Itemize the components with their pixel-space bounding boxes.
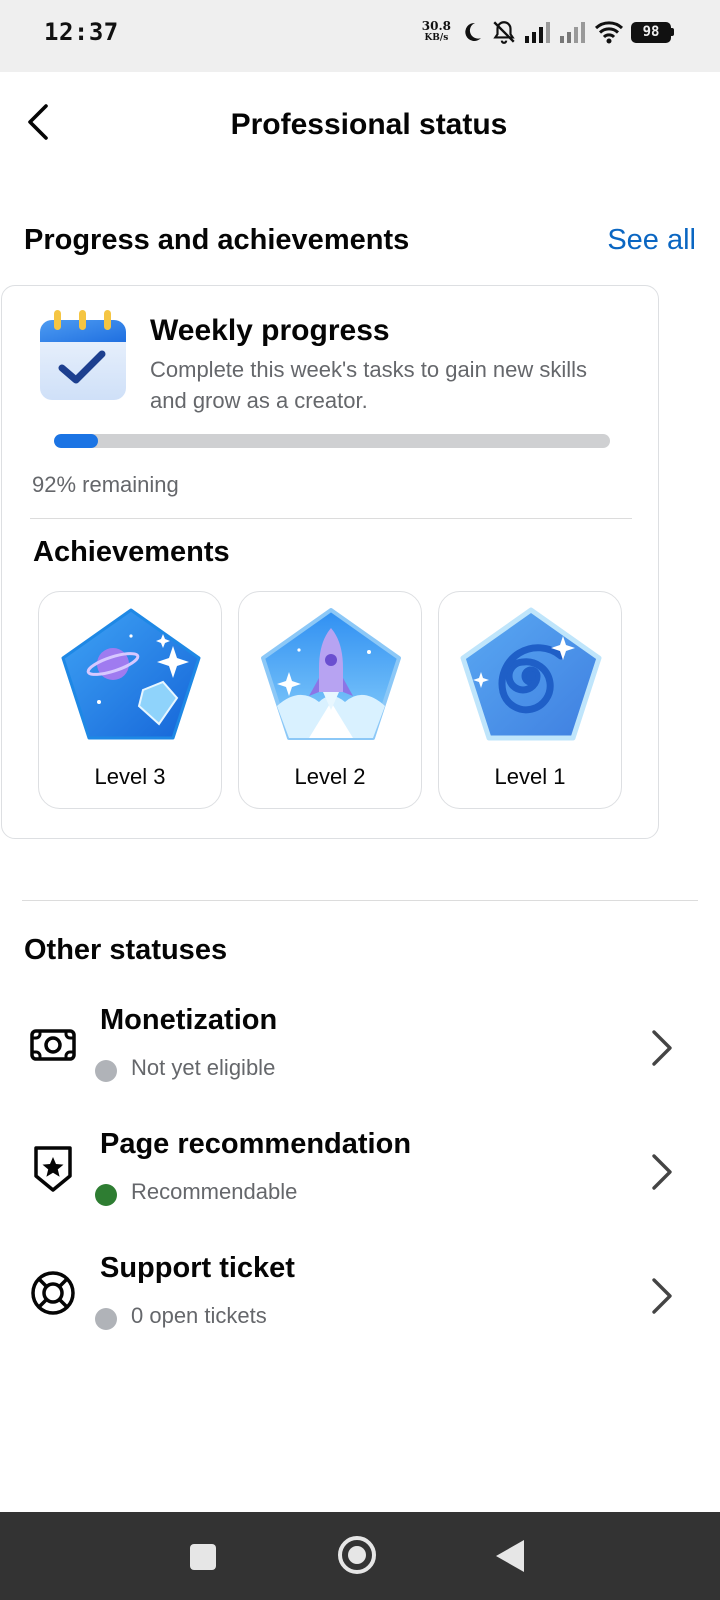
status-row-page-recommendation[interactable]: Page recommendation Recommendable [0, 1122, 720, 1232]
recents-button[interactable] [190, 1544, 216, 1570]
shield-star-icon [28, 1144, 78, 1194]
header: Professional status [0, 72, 720, 182]
page-title: Professional status [230, 108, 508, 141]
battery-cap [671, 28, 674, 36]
progress-section-header: Progress and achievements See all [24, 224, 696, 257]
badge-label: Level 1 [494, 764, 566, 789]
status-row-title: Support ticket [100, 1252, 295, 1284]
battery-icon: 98 [631, 21, 674, 43]
card-divider [30, 518, 632, 519]
status-bar: 12:37 30.8 KB/s 98 [0, 0, 720, 72]
status-row-monetization[interactable]: Monetization Not yet eligible [0, 998, 720, 1108]
planet-diamond-badge [61, 608, 201, 740]
signal-icon [560, 22, 585, 43]
rocket-badge [261, 608, 401, 740]
badge-label: Level 3 [94, 764, 166, 789]
weekly-progress-fill [54, 434, 99, 448]
see-all-link[interactable]: See all [607, 224, 696, 257]
weekly-progress-title: Weekly progress [150, 314, 390, 347]
net-speed: 30.8 KB/s [422, 20, 451, 44]
remaining-text: 92% remaining [32, 472, 179, 497]
other-statuses-title: Other statuses [24, 934, 228, 966]
home-button[interactable] [338, 1536, 376, 1574]
bell-off-icon [493, 21, 515, 44]
status-row-title: Monetization [100, 1004, 278, 1036]
status-row-support-ticket[interactable]: Support ticket 0 open tickets [0, 1246, 720, 1356]
net-speed-unit: KB/s [424, 33, 449, 43]
calendar-check-icon [40, 310, 126, 400]
weekly-progress-bar [54, 434, 610, 448]
lifebuoy-icon [28, 1268, 78, 1318]
badge-card-level-2[interactable]: Level 2 [238, 591, 422, 809]
status-row-title: Page recommendation [100, 1128, 412, 1160]
wifi-icon [594, 21, 624, 44]
back-nav-button[interactable] [496, 1540, 524, 1572]
status-dot [95, 1308, 117, 1330]
section-divider [22, 900, 698, 901]
status-dot [95, 1184, 117, 1206]
status-time: 12:37 [44, 18, 119, 46]
badge-card-level-1[interactable]: Level 1 [438, 591, 622, 809]
chevron-right-icon [652, 1030, 672, 1066]
badge-label: Level 2 [294, 764, 366, 789]
achievement-badges: Level 3 Level 2 Level 1 [38, 591, 622, 809]
status-dot [95, 1060, 117, 1082]
system-nav-bar [0, 1512, 720, 1600]
galaxy-badge [460, 607, 602, 741]
signal-icon [525, 22, 550, 43]
chevron-right-icon [652, 1278, 672, 1314]
money-icon [28, 1020, 78, 1070]
net-speed-value: 30.8 [421, 19, 451, 33]
chevron-right-icon [652, 1154, 672, 1190]
status-icons: 30.8 KB/s 98 [422, 16, 674, 48]
status-row-subtitle: Not yet eligible [131, 1055, 276, 1080]
status-row-subtitle: Recommendable [131, 1179, 298, 1204]
badge-card-level-3[interactable]: Level 3 [38, 591, 222, 809]
weekly-progress-description: Complete this week's tasks to gain new s… [150, 357, 588, 413]
battery-level: 98 [631, 21, 671, 43]
achievements-title: Achievements [33, 536, 230, 568]
progress-card[interactable]: Weekly progress Complete this week's tas… [1, 285, 659, 839]
status-row-subtitle: 0 open tickets [131, 1303, 267, 1328]
progress-section-title: Progress and achievements [24, 224, 410, 256]
moon-icon [465, 22, 481, 41]
